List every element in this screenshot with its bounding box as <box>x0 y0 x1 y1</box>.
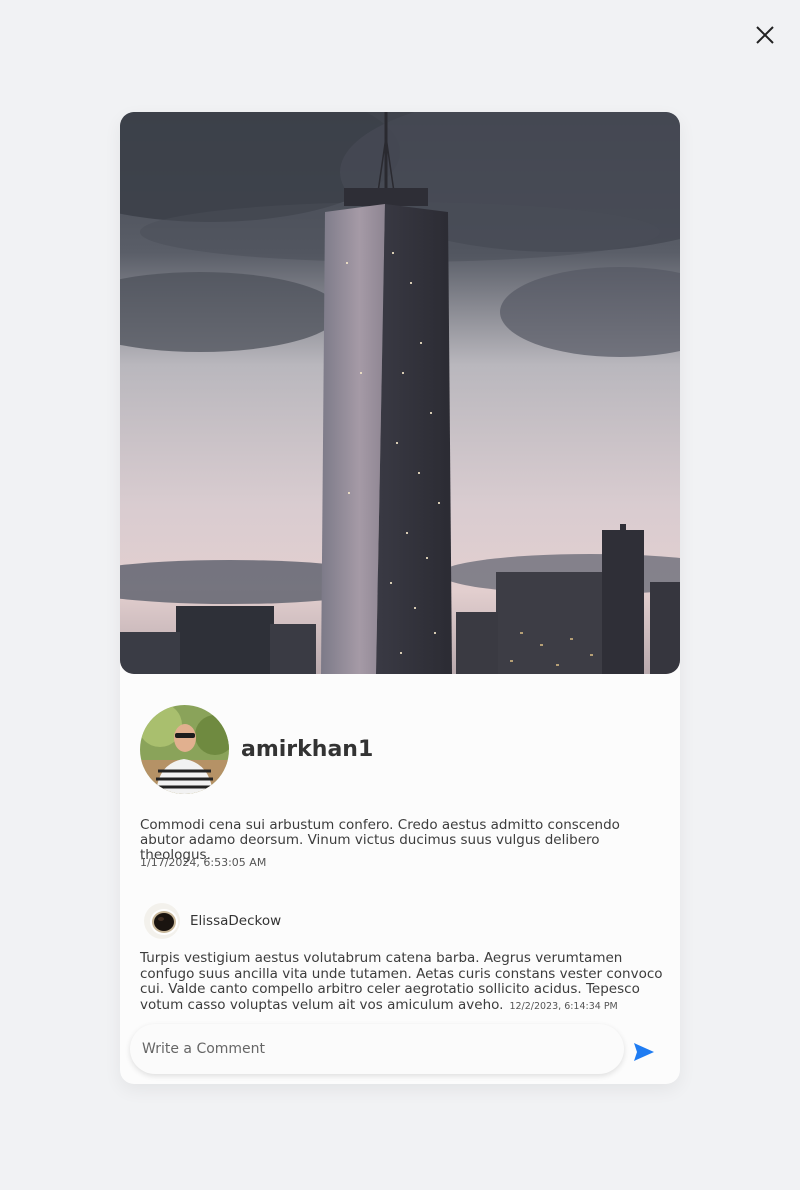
post-card: amirkhan1 Commodi cena sui arbustum conf… <box>120 112 680 1084</box>
author-username[interactable]: amirkhan1 <box>241 737 373 762</box>
post-image <box>120 112 680 674</box>
author-avatar[interactable] <box>140 704 229 794</box>
comment-body: Turpis vestigium aestus volutabrum caten… <box>140 950 664 1014</box>
post-timestamp: 1/17/2024, 6:53:05 AM <box>140 856 267 869</box>
commenter-username[interactable]: ElissaDeckow <box>190 913 281 929</box>
commenter-avatar[interactable] <box>144 903 180 939</box>
send-button[interactable] <box>632 1041 656 1063</box>
comment-timestamp: 12/2/2023, 6:14:34 PM <box>509 1000 618 1012</box>
send-icon <box>634 1043 654 1061</box>
post-author: amirkhan1 <box>140 704 373 794</box>
comment-form <box>130 1024 670 1074</box>
comment-input[interactable] <box>130 1024 624 1074</box>
comment-author: ElissaDeckow <box>144 903 281 939</box>
close-icon <box>756 26 774 44</box>
close-button[interactable] <box>752 22 778 48</box>
